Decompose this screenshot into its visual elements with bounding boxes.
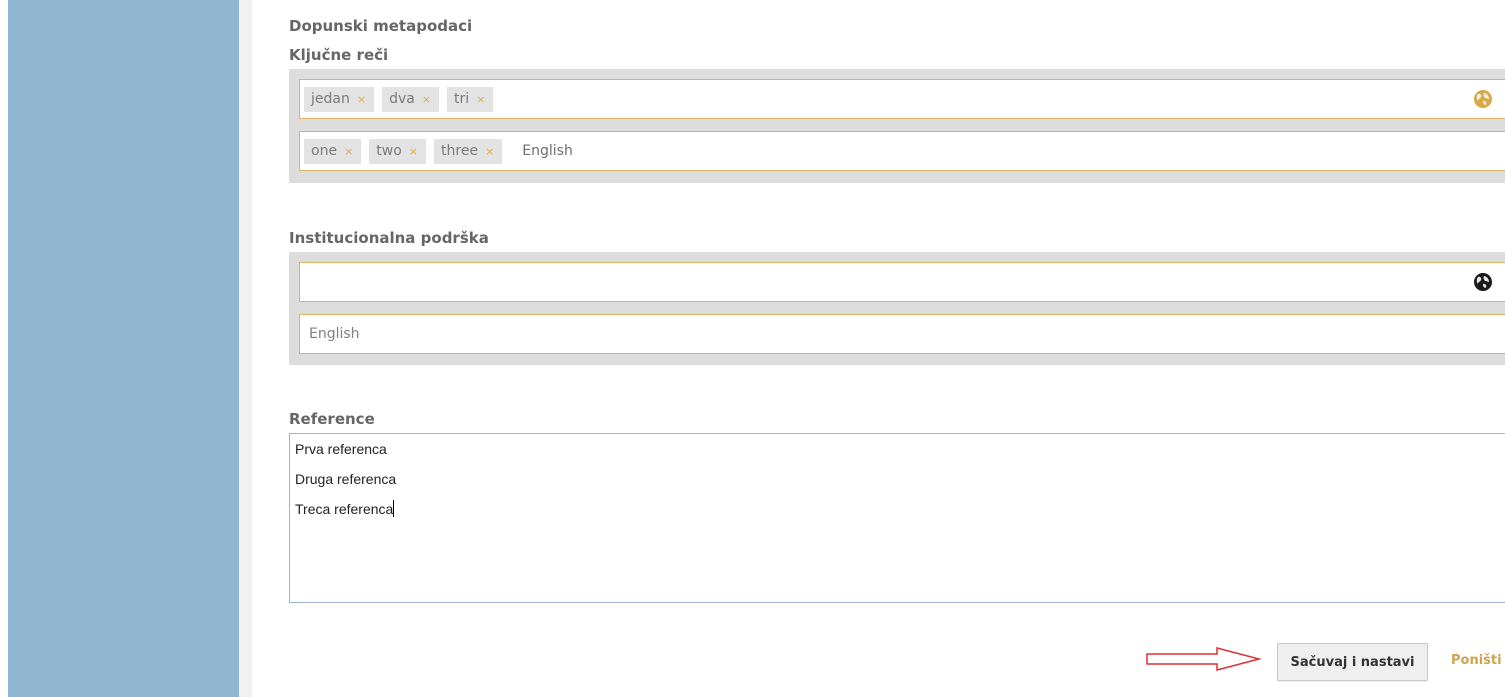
keyword-tag-label: jedan <box>311 91 350 107</box>
keyword-tag-label: two <box>376 143 402 159</box>
keyword-tag: dva × <box>382 86 440 112</box>
keyword-tag-label: dva <box>389 91 415 107</box>
reference-line: Druga referenca <box>295 471 397 487</box>
institutional-support-heading: Institucionalna podrška <box>289 229 489 247</box>
keyword-tag: tri × <box>447 86 494 112</box>
arrow-right-icon <box>1146 647 1262 671</box>
keywords-panel: jedan × dva × tri × one × two × three × … <box>289 69 1505 183</box>
reference-line-text: Treca referenca <box>295 501 394 517</box>
keywords-field-local[interactable]: jedan × dva × tri × <box>299 79 1505 119</box>
metadata-heading: Dopunski metapodaci <box>289 17 473 35</box>
remove-tag-icon[interactable]: × <box>422 93 431 106</box>
references-textarea[interactable]: Prva referenca Druga referenca Treca ref… <box>289 433 1505 603</box>
keyword-tag-label: one <box>311 143 338 159</box>
window-edge <box>0 0 8 697</box>
references-heading: Reference <box>289 410 375 428</box>
keywords-field-english[interactable]: one × two × three × English <box>299 131 1505 171</box>
keyword-tag: jedan × <box>304 86 375 112</box>
save-and-continue-button[interactable]: Sačuvaj i nastavi <box>1277 643 1428 681</box>
cancel-link[interactable]: Poništi <box>1451 653 1502 668</box>
keyword-tag-label: tri <box>454 91 470 107</box>
remove-tag-icon[interactable]: × <box>357 93 366 106</box>
remove-tag-icon[interactable]: × <box>476 93 485 106</box>
text-caret <box>393 500 395 517</box>
keyword-tag-label: three <box>441 143 479 159</box>
sidebar <box>8 0 239 697</box>
sidebar-gutter <box>239 0 252 697</box>
english-placeholder: English <box>309 326 360 342</box>
keyword-tag: three × <box>434 138 503 164</box>
main-content: Dopunski metapodaci Ključne reči jedan ×… <box>252 0 1505 697</box>
remove-tag-icon[interactable]: × <box>409 145 418 158</box>
reference-line: Prva referenca <box>295 441 387 457</box>
keyword-tag: two × <box>369 138 427 164</box>
language-label: English <box>522 143 573 159</box>
reference-line-last: Treca referenca <box>295 500 1500 530</box>
keywords-heading: Ključne reči <box>289 46 389 64</box>
institutional-support-input[interactable] <box>299 262 1505 302</box>
remove-tag-icon[interactable]: × <box>344 145 353 158</box>
keyword-tag: one × <box>304 138 362 164</box>
globe-icon[interactable] <box>1474 273 1492 291</box>
institutional-support-english-input[interactable]: English <box>299 314 1505 354</box>
institutional-support-panel: English <box>289 252 1505 365</box>
globe-icon[interactable] <box>1474 90 1492 108</box>
remove-tag-icon[interactable]: × <box>485 145 494 158</box>
